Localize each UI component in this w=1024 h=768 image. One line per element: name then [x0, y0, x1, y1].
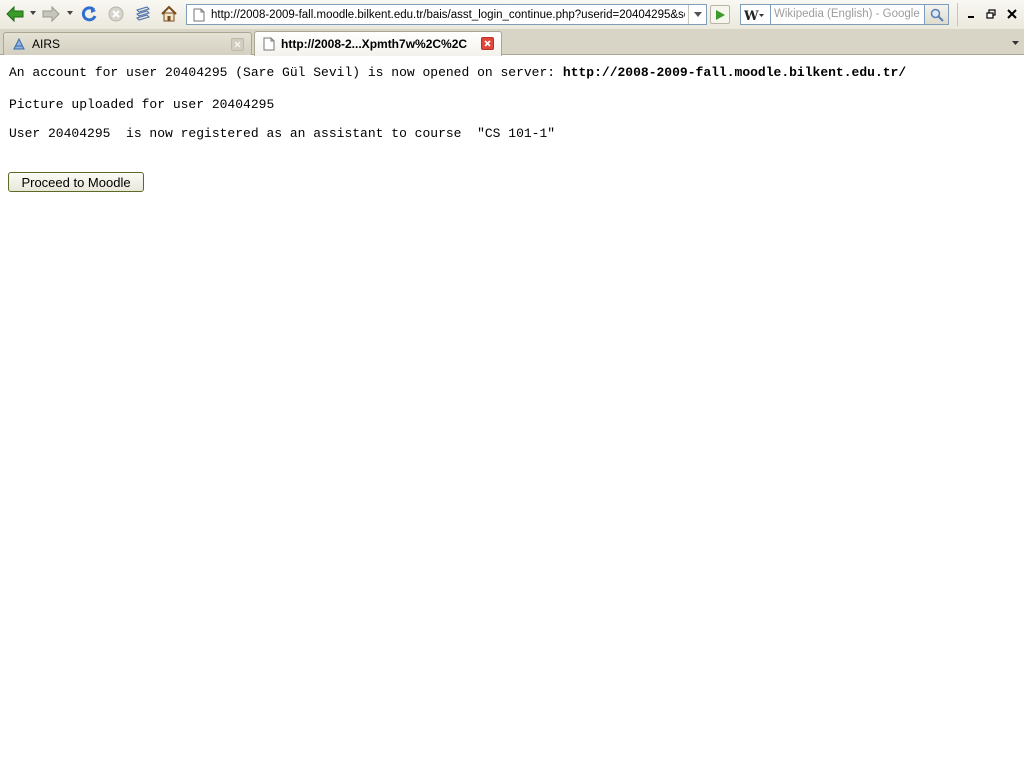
account-message-text: An account for user 20404295 (Sare Gül S…: [9, 65, 563, 80]
restore-button[interactable]: [983, 6, 999, 22]
close-icon: [1007, 9, 1017, 19]
back-arrow-icon: [6, 5, 24, 23]
page-icon: [193, 8, 205, 25]
tab-list-button[interactable]: [1007, 31, 1024, 54]
chevron-down-icon: [1012, 40, 1019, 45]
restore-icon: [986, 9, 996, 19]
page-icon: [263, 37, 275, 51]
account-opened-message: An account for user 20404295 (Sare Gül S…: [9, 65, 906, 81]
tab-airs[interactable]: AIRS: [3, 32, 252, 55]
tab-strip: AIRS http://2008-2...Xpmth7w%2C%2C: [0, 29, 1024, 56]
history-button[interactable]: [133, 4, 153, 24]
reload-button[interactable]: [79, 4, 99, 24]
picture-uploaded-message: Picture uploaded for user 20404295: [9, 97, 275, 112]
home-icon: [161, 5, 177, 22]
minimize-icon: [968, 16, 974, 18]
go-button[interactable]: [710, 5, 730, 24]
navigation-toolbar: http://2008-2009-fall.moodle.bilkent.edu…: [0, 0, 1024, 29]
forward-button[interactable]: [40, 4, 62, 24]
stop-button[interactable]: [106, 4, 126, 24]
history-icon: [136, 6, 150, 21]
minimize-button[interactable]: [963, 6, 979, 22]
home-button[interactable]: [159, 4, 179, 24]
airs-favicon-icon: [13, 37, 25, 50]
magnifier-icon: [930, 8, 944, 22]
chevron-down-icon: [693, 12, 702, 17]
forward-history-dropdown-icon[interactable]: [67, 11, 73, 15]
search-engine-selector[interactable]: W: [740, 4, 770, 25]
tab-close-button[interactable]: [231, 38, 244, 51]
course-registration-message: User 20404295 is now registered as an as…: [9, 126, 556, 141]
page-content: An account for user 20404295 (Sare Gül S…: [0, 56, 1024, 768]
stop-icon: [108, 6, 124, 22]
back-button[interactable]: [4, 4, 26, 24]
tab-current-page[interactable]: http://2008-2...Xpmth7w%2C%2C: [254, 31, 502, 56]
search-input[interactable]: Wikipedia (English) - Google: [770, 4, 925, 25]
back-history-dropdown-icon[interactable]: [30, 11, 36, 15]
tab-close-button[interactable]: [481, 37, 494, 50]
search-button[interactable]: [925, 4, 949, 25]
close-icon: [484, 40, 491, 47]
url-text[interactable]: http://2008-2009-fall.moodle.bilkent.edu…: [211, 8, 685, 22]
close-window-button[interactable]: [1004, 6, 1020, 22]
forward-arrow-icon: [42, 5, 60, 23]
proceed-to-moodle-button[interactable]: Proceed to Moodle: [8, 172, 144, 192]
url-history-dropdown[interactable]: [688, 5, 706, 24]
tab-label: AIRS: [32, 37, 61, 51]
wikipedia-icon: W: [744, 9, 764, 22]
tab-label: http://2008-2...Xpmth7w%2C%2C: [281, 37, 468, 51]
url-bar[interactable]: http://2008-2009-fall.moodle.bilkent.edu…: [186, 4, 707, 25]
toolbar-separator: [957, 3, 958, 26]
go-arrow-icon: [716, 9, 725, 20]
reload-icon: [81, 6, 97, 22]
server-url: http://2008-2009-fall.moodle.bilkent.edu…: [562, 65, 907, 80]
close-icon: [234, 41, 241, 48]
svg-text:W: W: [744, 9, 759, 22]
